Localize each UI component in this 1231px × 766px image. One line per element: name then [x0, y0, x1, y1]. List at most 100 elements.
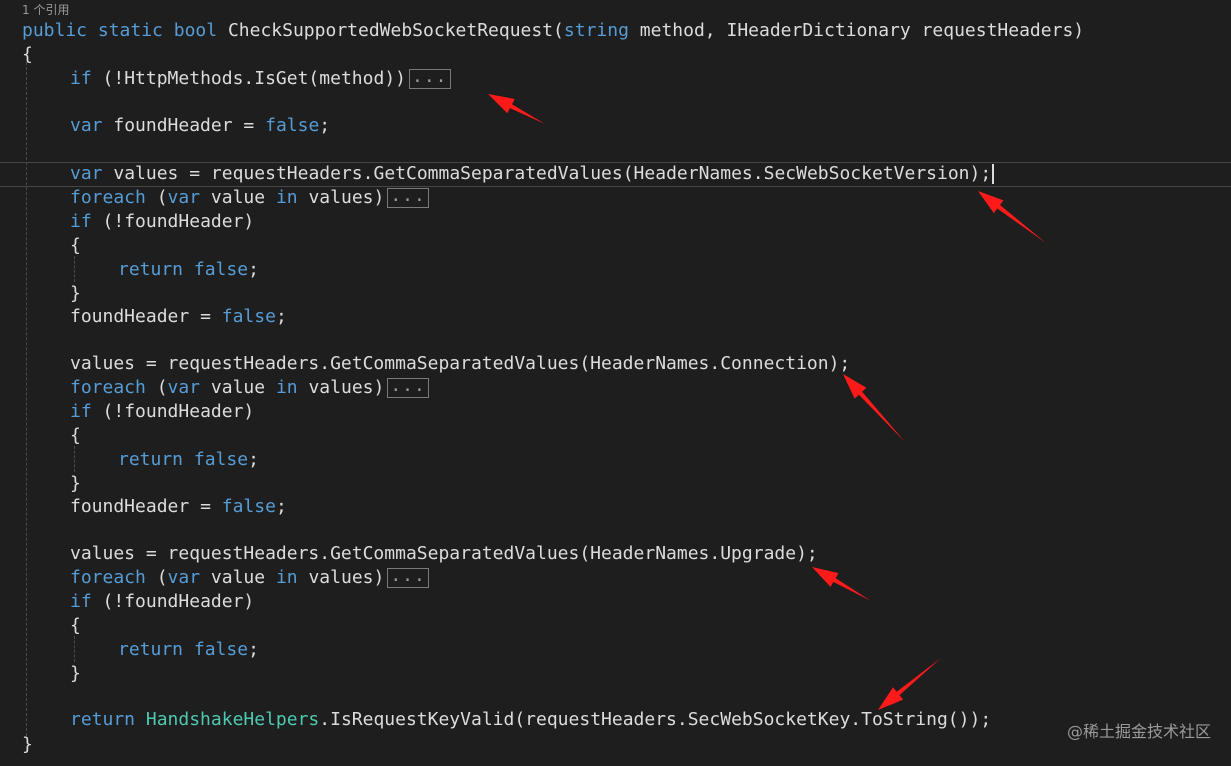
indent-guide — [74, 256, 75, 282]
code-text: values) — [308, 377, 385, 398]
code-text: value — [210, 567, 266, 588]
keyword: var — [167, 567, 201, 588]
code-line-foreach[interactable]: foreach (var value in values)... — [70, 186, 429, 210]
code-text: ; — [275, 306, 287, 327]
code-text: value — [210, 187, 266, 208]
watermark: @稀土掘金技术社区 — [1066, 722, 1211, 741]
code-text: ; — [248, 259, 259, 280]
keyword: foreach — [70, 567, 146, 588]
code-line-values-upgrade[interactable]: values = requestHeaders.GetCommaSeparate… — [70, 542, 818, 566]
indent-guide — [74, 636, 75, 662]
code-line-if-foundheader[interactable]: if (!foundHeader) — [70, 590, 254, 614]
code-line-if-foundheader[interactable]: if (!foundHeader) — [70, 210, 254, 234]
code-text: foundHeader — [70, 496, 190, 517]
keyword: foreach — [70, 187, 146, 208]
code-line-var-values[interactable]: var values = requestHeaders.GetCommaSepa… — [70, 162, 995, 186]
keyword: if — [70, 401, 92, 422]
code-line-brace[interactable]: { — [22, 43, 33, 67]
keyword: false — [221, 306, 276, 327]
code-text: ; — [275, 496, 287, 517]
keyword: in — [275, 567, 298, 588]
code-text: (!foundHeader) — [102, 211, 255, 232]
keyword: return — [118, 639, 184, 660]
keyword: var — [167, 377, 201, 398]
keyword: false — [193, 639, 249, 660]
code-text: )) — [384, 68, 406, 89]
keyword: if — [70, 68, 92, 89]
code-line-brace[interactable]: } — [70, 472, 81, 496]
annotation-arrow-4 — [812, 567, 871, 601]
keyword: return — [118, 449, 184, 470]
code-line-brace[interactable]: { — [70, 614, 81, 638]
annotation-arrow-2 — [978, 191, 1046, 243]
text-cursor — [992, 164, 995, 184]
code-line-final-return[interactable]: return HandshakeHelpers.IsRequestKeyVali… — [70, 708, 991, 732]
code-text: (!foundHeader) — [102, 591, 255, 612]
code-line-signature[interactable]: public static bool CheckSupportedWebSock… — [22, 19, 1084, 43]
code-line-foreach[interactable]: foreach (var value in values)... — [70, 566, 429, 590]
code-text: ; — [319, 115, 331, 136]
code-text: requestHeaders.GetCommaSeparatedValues(H… — [210, 163, 992, 184]
keyword: false — [221, 496, 276, 517]
keyword: static — [97, 20, 163, 41]
keyword: foreach — [70, 377, 146, 398]
code-text: ; — [248, 639, 259, 660]
code-text: ( — [156, 567, 168, 588]
code-line-values-connection[interactable]: values = requestHeaders.GetCommaSeparate… — [70, 352, 850, 376]
method-name: CheckSupportedWebSocketRequest( — [227, 20, 564, 41]
keyword: var — [70, 163, 103, 184]
annotation-arrow-5 — [878, 658, 941, 710]
code-line-return-false[interactable]: return false; — [118, 638, 259, 662]
code-line-brace[interactable]: } — [70, 282, 81, 306]
keyword: false — [193, 449, 249, 470]
code-line-brace[interactable]: } — [22, 733, 33, 757]
code-text: = — [243, 115, 255, 136]
code-text: ( — [156, 377, 168, 398]
indent-guide — [26, 62, 27, 736]
code-text: = — [189, 163, 201, 184]
code-line-foundheader-reset[interactable]: foundHeader = false; — [70, 495, 287, 519]
code-text: method — [319, 68, 385, 89]
annotation-arrow-1 — [488, 94, 545, 124]
code-line-if-isget[interactable]: if (!HttpMethods.IsGet(method))... — [70, 67, 451, 91]
paren: ) — [1073, 20, 1085, 41]
collapsed-block-button[interactable]: ... — [387, 567, 429, 588]
keyword: return — [118, 259, 184, 280]
keyword: var — [167, 187, 201, 208]
keyword: if — [70, 591, 92, 612]
keyword: return — [70, 709, 136, 730]
code-editor[interactable]: 1 个引用 public static bool CheckSupportedW… — [0, 0, 1231, 766]
keyword: var — [70, 115, 103, 136]
code-text: values) — [308, 187, 385, 208]
annotation-arrow-3 — [843, 374, 905, 442]
code-line-brace[interactable]: } — [70, 662, 81, 686]
code-line-var-foundheader[interactable]: var foundHeader = false; — [70, 114, 330, 138]
code-line-return-false[interactable]: return false; — [118, 448, 259, 472]
code-line-foreach[interactable]: foreach (var value in values)... — [70, 376, 429, 400]
code-text: ( — [156, 187, 168, 208]
collapsed-block-button[interactable]: ... — [387, 377, 429, 398]
code-text: value — [210, 377, 266, 398]
collapsed-block-button[interactable]: ... — [409, 68, 451, 89]
code-text: = — [200, 496, 211, 517]
keyword: if — [70, 211, 92, 232]
class-name: HandshakeHelpers — [145, 709, 320, 730]
code-text: foundHeader — [113, 115, 233, 136]
keyword: false — [265, 115, 320, 136]
keyword: bool — [173, 20, 218, 41]
code-text: = — [200, 306, 211, 327]
code-line-brace[interactable]: { — [70, 234, 81, 258]
code-text: (!HttpMethods.IsGet( — [102, 68, 320, 89]
code-line-foundheader-reset[interactable]: foundHeader = false; — [70, 305, 287, 329]
keyword: string — [563, 20, 629, 41]
collapsed-block-button[interactable]: ... — [387, 187, 429, 208]
code-line-brace[interactable]: { — [70, 424, 81, 448]
code-line-return-false[interactable]: return false; — [118, 258, 259, 282]
indent-guide — [74, 446, 75, 472]
code-text: values — [113, 163, 179, 184]
parameters: method, IHeaderDictionary — [639, 20, 911, 41]
codelens-references[interactable]: 1 个引用 — [22, 1, 69, 18]
keyword: false — [193, 259, 249, 280]
code-line-if-foundheader[interactable]: if (!foundHeader) — [70, 400, 254, 424]
keyword: public — [22, 20, 88, 41]
